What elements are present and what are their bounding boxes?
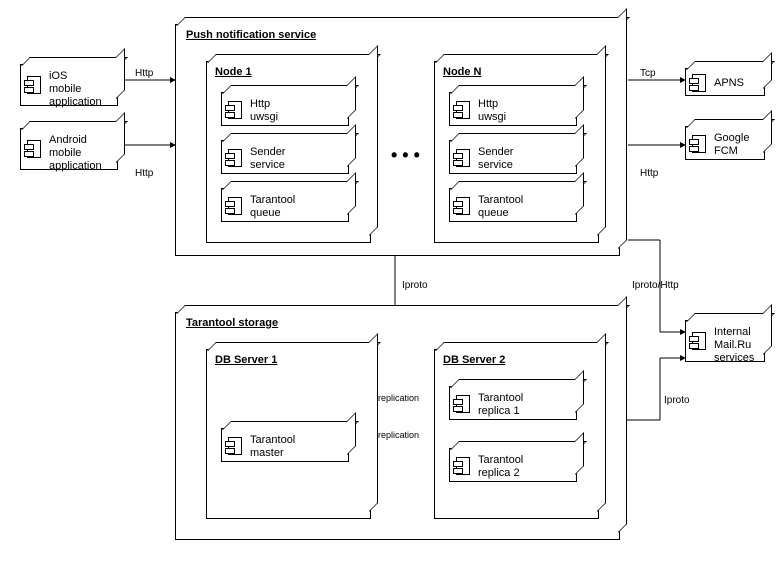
android-label: Android mobile application xyxy=(49,134,102,174)
node1-queue-box: Tarantool queue xyxy=(221,188,349,222)
db2-replica1-label: Tarantool replica 1 xyxy=(478,392,523,418)
component-icon xyxy=(692,332,706,350)
db1-box: DB Server 1 Tarantool master xyxy=(206,349,371,519)
edge-iprotohttp: Iproto/Http xyxy=(632,280,679,291)
node1-queue-label: Tarantool queue xyxy=(250,194,295,220)
fcm-label: Google FCM xyxy=(714,132,749,158)
component-icon xyxy=(456,457,470,475)
nodeN-http-label: Http uwsgi xyxy=(478,98,506,124)
android-client-box: Android mobile application xyxy=(20,128,118,170)
db1-master-label: Tarantool master xyxy=(250,434,295,460)
storage-title: Tarantool storage xyxy=(186,317,278,329)
mailru-box: Internal Mail.Ru services xyxy=(685,320,765,362)
apns-label: APNS xyxy=(714,77,744,90)
edge-http1: Http xyxy=(135,68,153,79)
component-icon xyxy=(228,101,242,119)
nodeN-sender-label: Sender service xyxy=(478,146,513,172)
component-icon xyxy=(456,395,470,413)
apns-box: APNS xyxy=(685,68,765,96)
edge-http2: Http xyxy=(135,168,153,179)
nodeN-queue-label: Tarantool queue xyxy=(478,194,523,220)
db2-replica2-label: Tarantool replica 2 xyxy=(478,454,523,480)
db2-box: DB Server 2 Tarantool replica 1 Tarantoo… xyxy=(434,349,599,519)
node1-http-box: Http uwsgi xyxy=(221,92,349,126)
node1-http-label: Http uwsgi xyxy=(250,98,278,124)
component-icon xyxy=(692,74,706,92)
component-icon xyxy=(456,101,470,119)
edge-tcp: Tcp xyxy=(640,68,656,79)
ellipsis: • • • xyxy=(391,145,420,166)
component-icon xyxy=(692,135,706,153)
storage-box: Tarantool storage DB Server 1 Tarantool … xyxy=(175,312,620,540)
component-icon xyxy=(27,76,41,94)
ios-client-box: iOS mobile application xyxy=(20,64,118,106)
db1-title: DB Server 1 xyxy=(215,354,277,366)
node1-sender-label: Sender service xyxy=(250,146,285,172)
db1-master-box: Tarantool master xyxy=(221,428,349,462)
component-icon xyxy=(228,197,242,215)
db2-replica2-box: Tarantool replica 2 xyxy=(449,448,577,482)
push-service-title: Push notification service xyxy=(186,29,316,41)
component-icon xyxy=(228,437,242,455)
edge-repl2: replication xyxy=(378,430,419,440)
nodeN-box: Node N Http uwsgi Sender service Taranto… xyxy=(434,61,599,243)
nodeN-sender-box: Sender service xyxy=(449,140,577,174)
push-service-box: Push notification service Node 1 Http uw… xyxy=(175,24,620,256)
edge-iproto2: Iproto xyxy=(664,395,690,406)
edge-iproto1: Iproto xyxy=(402,280,428,291)
node1-box: Node 1 Http uwsgi Sender service Taranto… xyxy=(206,61,371,243)
component-icon xyxy=(456,149,470,167)
component-icon xyxy=(27,140,41,158)
component-icon xyxy=(228,149,242,167)
fcm-box: Google FCM xyxy=(685,126,765,160)
component-icon xyxy=(456,197,470,215)
db2-title: DB Server 2 xyxy=(443,354,505,366)
mailru-label: Internal Mail.Ru services xyxy=(714,326,754,366)
edge-repl1: replication xyxy=(378,393,419,403)
edge-http3: Http xyxy=(640,168,658,179)
nodeN-http-box: Http uwsgi xyxy=(449,92,577,126)
node1-title: Node 1 xyxy=(215,66,252,78)
db2-replica1-box: Tarantool replica 1 xyxy=(449,386,577,420)
nodeN-queue-box: Tarantool queue xyxy=(449,188,577,222)
nodeN-title: Node N xyxy=(443,66,482,78)
node1-sender-box: Sender service xyxy=(221,140,349,174)
ios-label: iOS mobile application xyxy=(49,70,102,110)
